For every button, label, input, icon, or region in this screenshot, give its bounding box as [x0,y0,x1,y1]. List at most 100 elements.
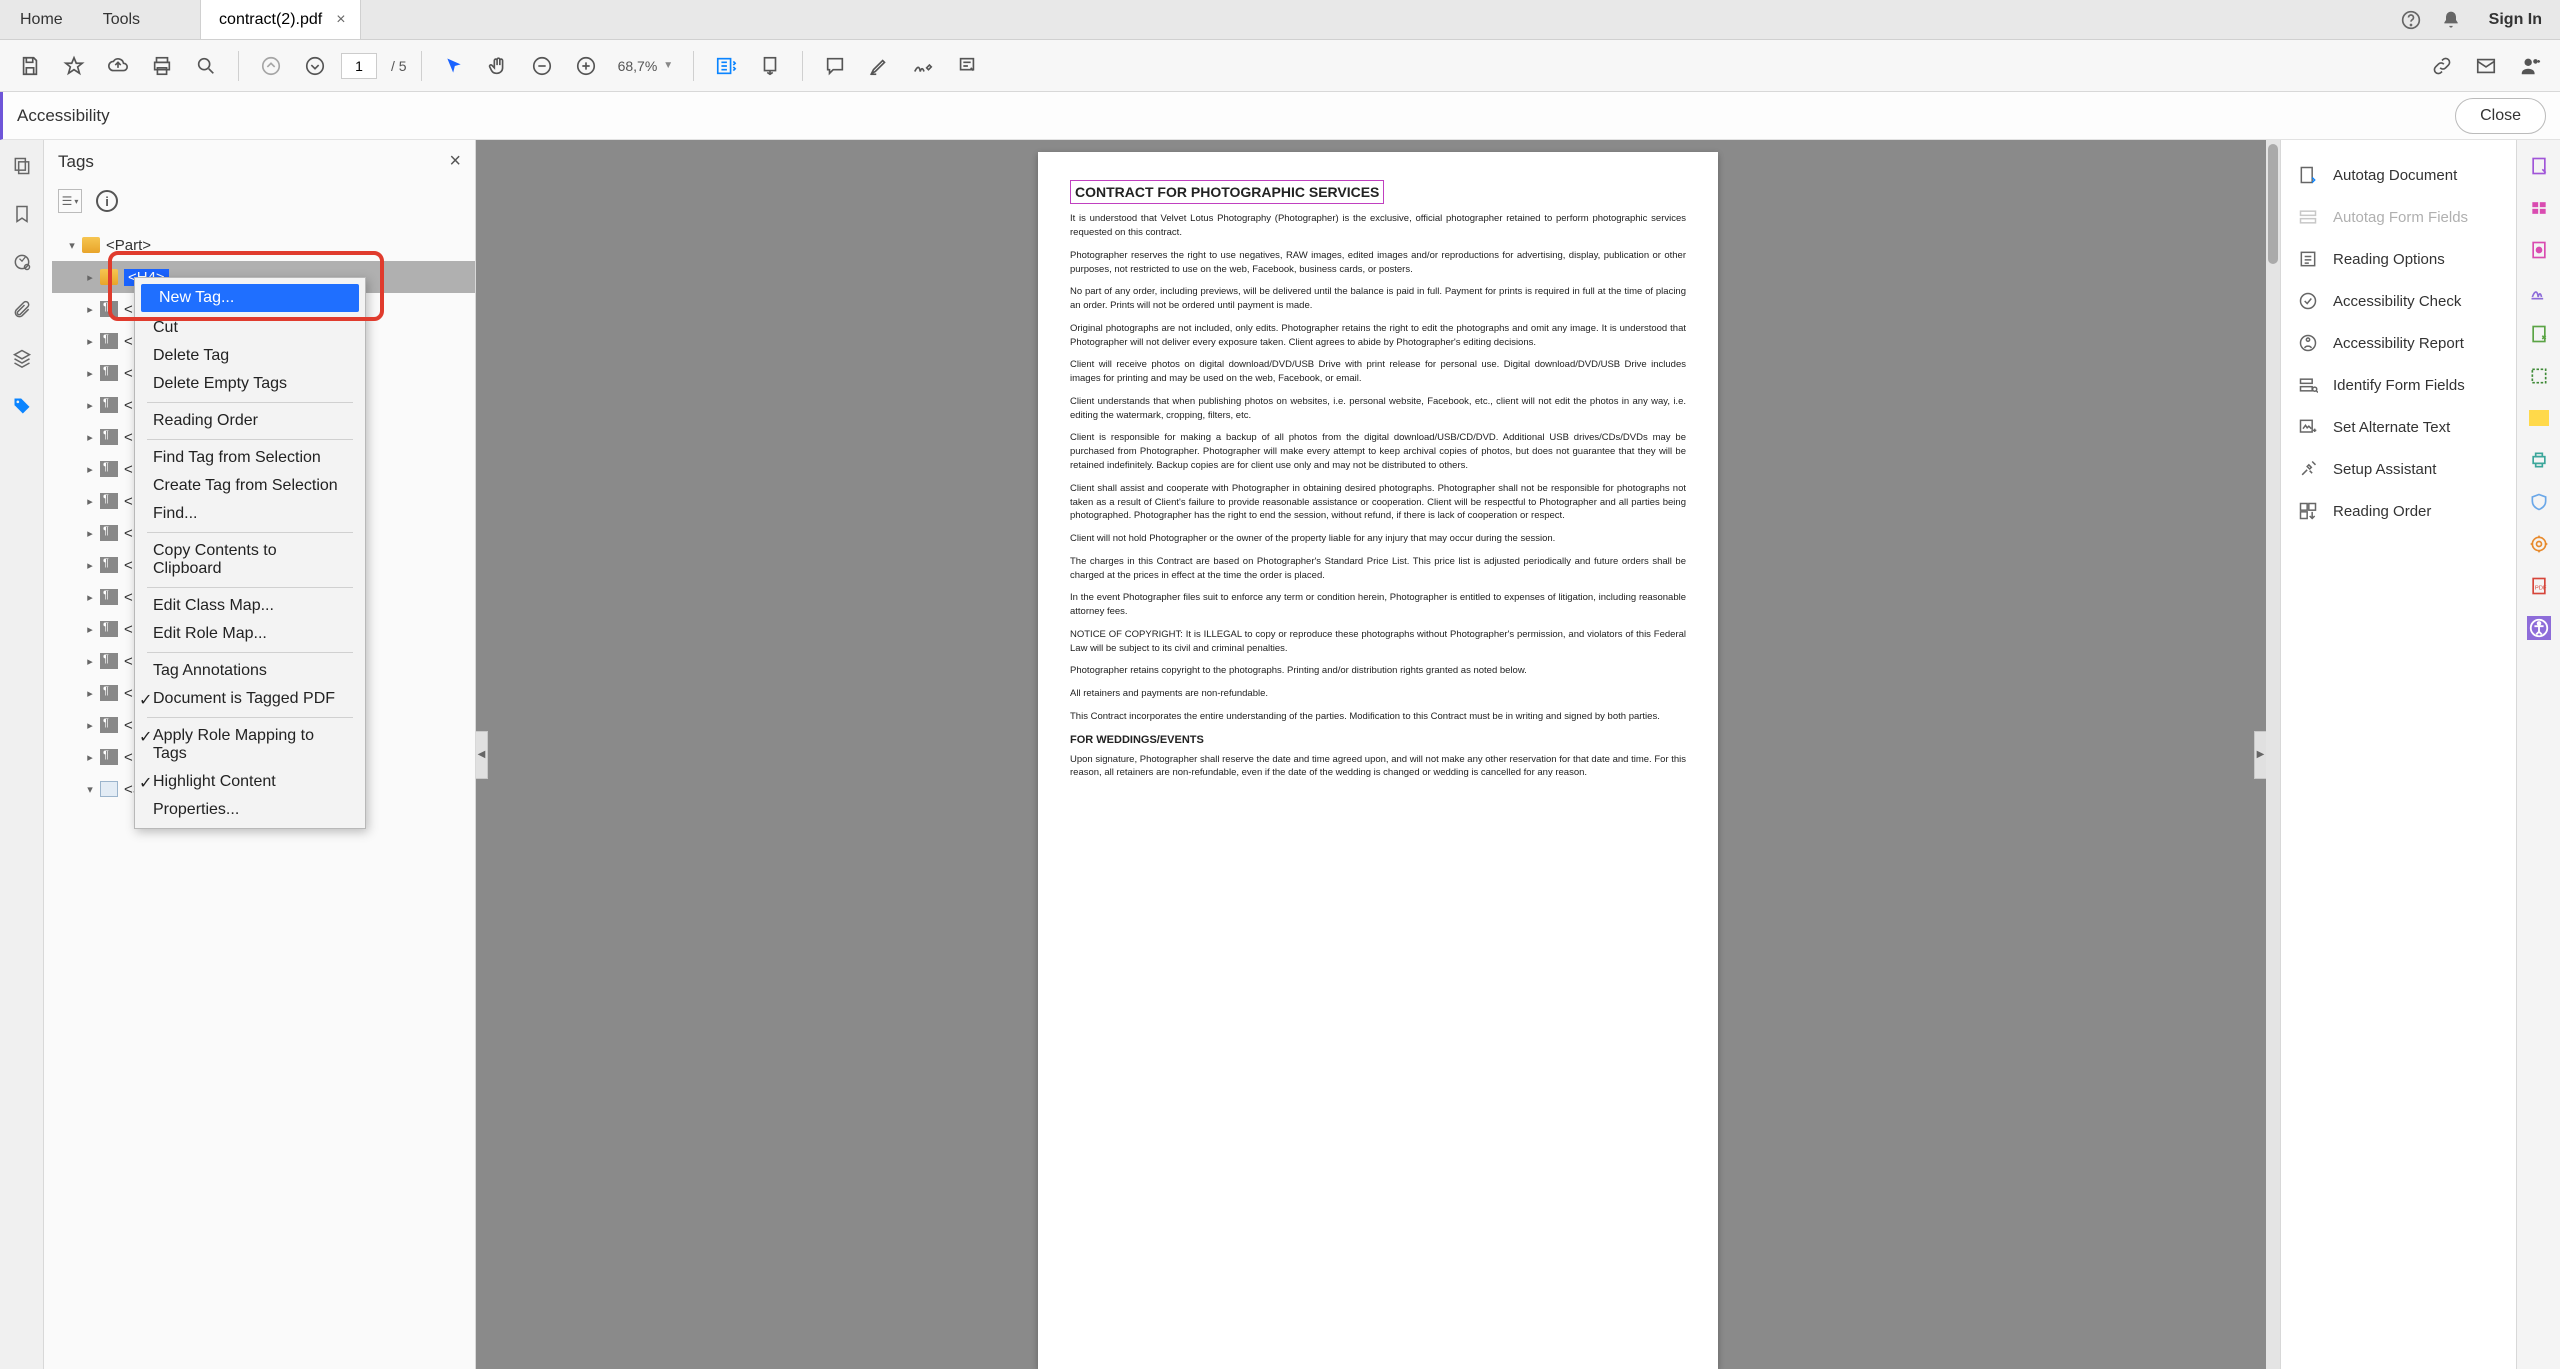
thumbnails-icon[interactable] [10,154,34,178]
accessibility-check-button[interactable]: Accessibility Check [2289,280,2508,322]
paragraph-icon [100,653,118,669]
print-icon[interactable] [144,48,180,84]
document-scrollbar[interactable] [2266,140,2280,1369]
doc-paragraph: Upon signature, Photographer shall reser… [1070,753,1686,781]
home-tab[interactable]: Home [0,11,83,29]
select-tool-icon[interactable] [436,48,472,84]
rail-optimize-icon[interactable] [2527,532,2551,556]
fit-width-icon[interactable] [708,48,744,84]
close-tab-icon[interactable]: × [336,11,345,29]
menu-new-tag[interactable]: New Tag... [141,284,359,312]
highlight-icon[interactable] [861,48,897,84]
help-icon[interactable] [2401,10,2421,30]
menu-cut[interactable]: Cut [135,314,365,342]
menu-delete-tag[interactable]: Delete Tag [135,342,365,370]
main-toolbar: / 5 68,7%▼ [0,40,2560,92]
right-tools-rail: PDF [2516,140,2560,1369]
tags-options-icon[interactable]: ☰▾ [58,189,82,213]
tools-tab[interactable]: Tools [83,11,160,29]
menu-create-tag-from-selection[interactable]: Create Tag from Selection [135,472,365,500]
rail-comment-icon[interactable] [2527,322,2551,346]
reading-order-button[interactable]: Reading Order [2289,490,2508,532]
collapse-left-panel-icon[interactable]: ◀ [476,731,488,779]
rail-create-pdf-icon[interactable] [2527,154,2551,178]
rail-export-pdf-icon[interactable] [2527,238,2551,262]
reading-options-button[interactable]: Reading Options [2289,238,2508,280]
rail-protect-icon[interactable] [2527,490,2551,514]
hand-tool-icon[interactable] [480,48,516,84]
accessibility-close-button[interactable]: Close [2455,98,2546,134]
accessibility-report-button[interactable]: Accessibility Report [2289,322,2508,364]
paragraph-icon [100,589,118,605]
rail-edit-pdf-icon[interactable] [2527,196,2551,220]
section-icon [100,781,118,797]
sign-icon[interactable] [905,48,941,84]
tags-panel: Tags × ☰▾ i ▾ <Part> ▸ <H4> ▸ [44,140,476,1369]
identify-form-icon [2297,374,2319,396]
rail-accessibility-icon[interactable] [2527,616,2551,640]
doc-paragraph: Photographer retains copyright to the ph… [1070,664,1686,678]
scrollbar-thumb[interactable] [2268,144,2278,264]
menu-delete-empty-tags[interactable]: Delete Empty Tags [135,370,365,398]
page-down-icon[interactable] [297,48,333,84]
signatures-icon[interactable] [10,250,34,274]
menu-reading-order[interactable]: Reading Order [135,407,365,435]
menu-find-tag-from-selection[interactable]: Find Tag from Selection [135,444,365,472]
doc-paragraph: Photographer reserves the right to use n… [1070,249,1686,277]
set-alternate-text-button[interactable]: Set Alternate Text [2289,406,2508,448]
collapse-right-panel-icon[interactable]: ▶ [2254,731,2266,779]
document-viewer[interactable]: ◀ CONTRACT FOR PHOTOGRAPHIC SERVICES It … [476,140,2280,1369]
paragraph-icon [100,429,118,445]
accessibility-bar: Accessibility Close [0,92,2560,140]
rail-organize-icon[interactable] [2527,364,2551,388]
menu-edit-class-map[interactable]: Edit Class Map... [135,592,365,620]
menu-find[interactable]: Find... [135,500,365,528]
attachments-icon[interactable] [10,298,34,322]
doc-paragraph: Client will receive photos on digital do… [1070,358,1686,386]
tags-info-icon[interactable]: i [96,190,118,212]
document-tab[interactable]: contract(2).pdf × [200,0,361,39]
zoom-dropdown[interactable]: 68,7%▼ [612,58,680,74]
rail-sign-icon[interactable] [2527,280,2551,304]
scroll-mode-icon[interactable] [752,48,788,84]
page-number-input[interactable] [341,53,377,79]
bookmarks-icon[interactable] [10,202,34,226]
paragraph-icon [100,301,118,317]
rail-pdf-icon[interactable]: PDF [2527,574,2551,598]
zoom-in-icon[interactable] [568,48,604,84]
tags-rail-icon[interactable] [10,394,34,418]
stamp-icon[interactable] [949,48,985,84]
star-icon[interactable] [56,48,92,84]
menu-highlight-content[interactable]: ✓Highlight Content [135,768,365,796]
zoom-out-icon[interactable] [524,48,560,84]
tree-row-part[interactable]: ▾ <Part> [52,229,475,261]
tags-panel-title: Tags [58,152,94,172]
email-icon[interactable] [2468,48,2504,84]
cloud-upload-icon[interactable] [100,48,136,84]
menu-document-tagged[interactable]: ✓Document is Tagged PDF [135,685,365,713]
tags-panel-close-icon[interactable]: × [449,150,461,173]
layers-icon[interactable] [10,346,34,370]
menu-properties[interactable]: Properties... [135,796,365,824]
search-icon[interactable] [188,48,224,84]
paragraph-icon [100,685,118,701]
rail-note-icon[interactable] [2527,406,2551,430]
autotag-document-button[interactable]: Autotag Document [2289,154,2508,196]
comment-icon[interactable] [817,48,853,84]
notifications-icon[interactable] [2441,10,2461,30]
menu-tag-annotations[interactable]: Tag Annotations [135,657,365,685]
menu-apply-role-mapping[interactable]: ✓Apply Role Mapping to Tags [135,722,365,768]
tags-tree[interactable]: ▾ <Part> ▸ <H4> ▸ <P ▸ <P ▸<P> ▸<P> ▸<P> [44,225,475,1369]
rail-print-icon[interactable] [2527,448,2551,472]
menu-edit-role-map[interactable]: Edit Role Map... [135,620,365,648]
share-people-icon[interactable] [2512,48,2548,84]
identify-form-fields-button[interactable]: Identify Form Fields [2289,364,2508,406]
save-icon[interactable] [12,48,48,84]
report-icon [2297,332,2319,354]
page-up-icon[interactable] [253,48,289,84]
share-link-icon[interactable] [2424,48,2460,84]
sign-in-button[interactable]: Sign In [2489,11,2542,29]
setup-assistant-button[interactable]: Setup Assistant [2289,448,2508,490]
pdf-page: CONTRACT FOR PHOTOGRAPHIC SERVICES It is… [1038,152,1718,1369]
menu-copy-contents[interactable]: Copy Contents to Clipboard [135,537,365,583]
